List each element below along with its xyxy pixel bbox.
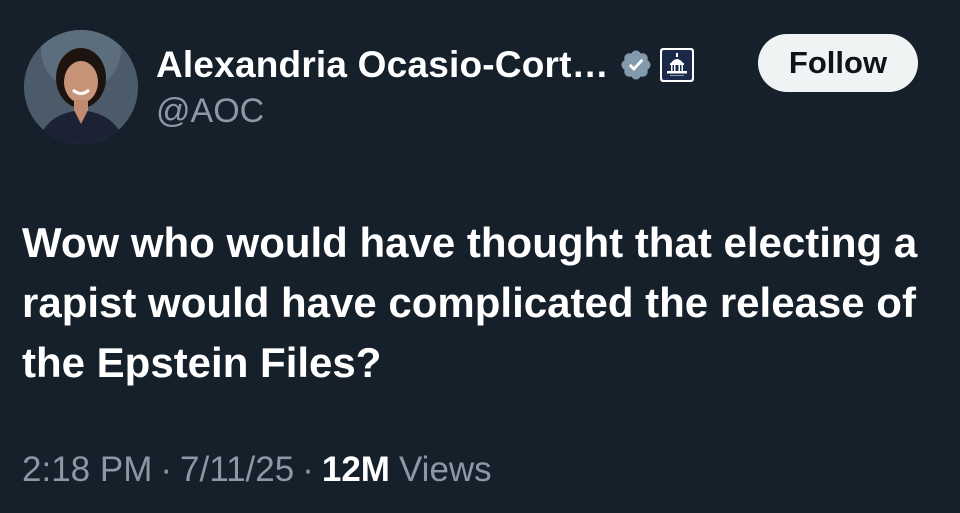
follow-button[interactable]: Follow [758, 34, 918, 92]
tweet-time[interactable]: 2:18 PM [22, 450, 152, 490]
avatar-image [24, 30, 138, 144]
views-count[interactable]: 12M [322, 450, 390, 490]
author-display-name[interactable]: Alexandria Ocasio-Cort… [156, 44, 609, 86]
views-label[interactable]: Views [399, 450, 492, 490]
avatar[interactable] [24, 30, 138, 144]
meta-separator: · [302, 450, 314, 489]
tweet-text: Wow who would have thought that electing… [22, 219, 918, 386]
verified-badge-icon[interactable] [619, 48, 653, 82]
author-handle[interactable]: @AOC [156, 92, 264, 131]
meta-separator: · [160, 450, 173, 489]
capitol-building-icon[interactable] [659, 47, 695, 83]
tweet-date[interactable]: 7/11/25 [180, 450, 294, 490]
author-name-row: Alexandria Ocasio-Cort… [156, 40, 695, 90]
tweet-meta: 2:18 PM · 7/11/25 · 12M Views [22, 450, 492, 490]
tweet-card: Alexandria Ocasio-Cort… @AOC Follow Wow … [0, 0, 960, 513]
